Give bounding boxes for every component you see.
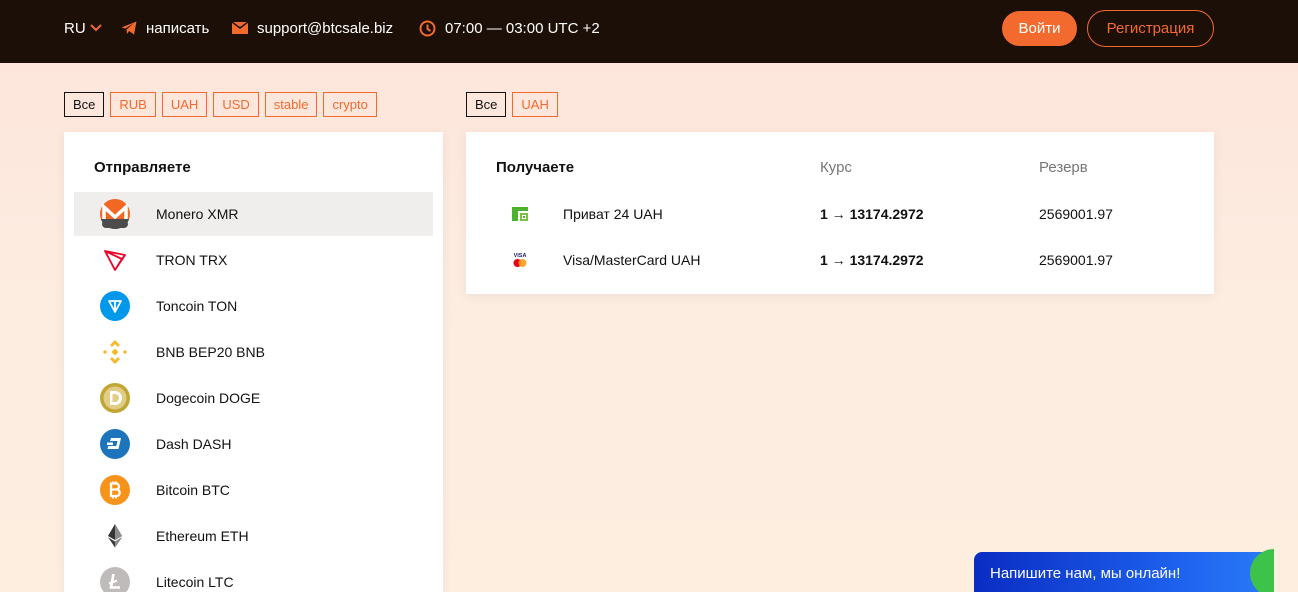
reserve-amount: 2569001.97 (1039, 252, 1113, 268)
chat-widget-text: Напишите нам, мы онлайн! (990, 565, 1181, 582)
reserve-amount: 2569001.97 (1039, 206, 1113, 222)
coin-label: Dogecoin DOGE (156, 390, 261, 406)
send-panel-title: Отправляете (94, 159, 191, 176)
send-item-litecoin[interactable]: Litecoin LTC (74, 560, 433, 592)
privat24-icon (510, 204, 530, 224)
send-filter-usd[interactable]: USD (213, 92, 259, 117)
send-panel: Отправляете Monero XMR TRON TRX Toncoin … (64, 132, 443, 592)
send-item-ethereum[interactable]: Ethereum ETH (74, 514, 433, 558)
coin-label: Litecoin LTC (156, 574, 234, 590)
coin-label: Ethereum ETH (156, 528, 249, 544)
coin-label: BNB BEP20 BNB (156, 344, 265, 360)
exchange-rate: 1 → 13174.2972 (820, 252, 924, 268)
language-selector[interactable]: RU (64, 0, 102, 56)
receive-item-visa-mastercard[interactable]: VISA Visa/MasterCard UAH 1 → 13174.2972 … (466, 238, 1214, 282)
receive-filters: Все UAH (466, 92, 558, 117)
send-filter-all[interactable]: Все (64, 92, 105, 117)
hours-text: 07:00 — 03:00 UTC +2 (445, 19, 600, 37)
send-item-dogecoin[interactable]: Dogecoin DOGE (74, 376, 433, 420)
bitcoin-icon (100, 475, 130, 505)
coin-label: Monero XMR (156, 206, 239, 222)
chat-online-indicator (1250, 549, 1274, 592)
dash-icon (100, 429, 130, 459)
coin-label: TRON TRX (156, 252, 228, 268)
chevron-down-icon (89, 24, 102, 32)
receive-filter-uah[interactable]: UAH (512, 92, 558, 117)
write-label: написать (146, 19, 210, 37)
chat-widget[interactable]: Напишите нам, мы онлайн! (974, 552, 1274, 592)
monero-icon (100, 199, 130, 229)
send-filter-rub[interactable]: RUB (110, 92, 156, 117)
visa-mastercard-icon: VISA (510, 250, 530, 270)
dogecoin-icon (100, 383, 130, 413)
rate-column-header: Курс (820, 159, 852, 176)
language-label: RU (64, 19, 86, 37)
coin-label: Toncoin TON (156, 298, 238, 314)
register-button[interactable]: Регистрация (1087, 10, 1214, 47)
send-item-bitcoin[interactable]: Bitcoin BTC (74, 468, 433, 512)
email-link[interactable]: support@btcsale.biz (232, 0, 393, 56)
send-item-monero[interactable]: Monero XMR (74, 192, 433, 236)
receive-item-name: Приват 24 UAH (563, 206, 663, 222)
send-item-bnb[interactable]: BNB BEP20 BNB (74, 330, 433, 374)
send-filter-stable[interactable]: stable (264, 92, 318, 117)
toncoin-icon (100, 291, 130, 321)
send-item-toncoin[interactable]: Toncoin TON (74, 284, 433, 328)
send-filter-crypto[interactable]: crypto (323, 92, 377, 117)
send-item-tron[interactable]: TRON TRX (74, 238, 433, 282)
send-filter-uah[interactable]: UAH (161, 92, 208, 117)
receive-panel: Получаете Курс Резерв Приват 24 UAH 1 → … (466, 132, 1214, 294)
top-bar: RU написать support@btcsale.biz 07:00 — … (0, 0, 1298, 63)
telegram-icon (121, 21, 137, 35)
bnb-icon (100, 337, 130, 367)
email-text: support@btcsale.biz (257, 19, 394, 37)
clock-icon (419, 20, 436, 37)
receive-item-privat24[interactable]: Приват 24 UAH 1 → 13174.2972 2569001.97 (466, 192, 1214, 236)
exchange-rate: 1 → 13174.2972 (820, 206, 924, 222)
coin-label: Bitcoin BTC (156, 482, 230, 498)
receive-filter-all[interactable]: Все (466, 92, 507, 117)
login-button[interactable]: Войти (1002, 11, 1077, 46)
working-hours: 07:00 — 03:00 UTC +2 (419, 0, 600, 56)
svg-text:VISA: VISA (514, 253, 527, 259)
receive-panel-title: Получаете (496, 159, 575, 176)
litecoin-icon (100, 567, 130, 592)
send-filters: Все RUB UAH USD stable crypto (64, 92, 377, 117)
mail-icon (232, 22, 248, 34)
reserve-column-header: Резерв (1039, 159, 1088, 176)
ethereum-icon (100, 521, 130, 551)
send-item-dash[interactable]: Dash DASH (74, 422, 433, 466)
coin-label: Dash DASH (156, 436, 232, 452)
receive-item-name: Visa/MasterCard UAH (563, 252, 701, 268)
tron-icon (100, 245, 130, 275)
write-link[interactable]: написать (121, 0, 209, 56)
